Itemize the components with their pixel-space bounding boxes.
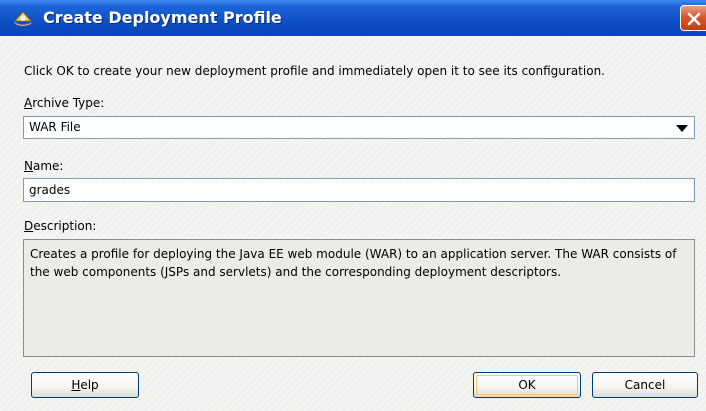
close-button[interactable] [680, 5, 706, 31]
archive-type-select[interactable]: WAR File [23, 116, 695, 139]
name-input[interactable] [23, 178, 695, 202]
dropdown-arrow-icon[interactable] [676, 125, 688, 132]
archive-type-label-mnemonic: A [24, 96, 33, 110]
archive-type-label-text: rchive Type: [32, 96, 105, 110]
help-button[interactable]: Help [31, 372, 139, 398]
name-label-text: ame: [32, 159, 64, 173]
archive-type-value: WAR File [29, 120, 81, 134]
cancel-button[interactable]: Cancel [592, 372, 698, 398]
description-label-text: escription: [33, 219, 97, 233]
intro-text: Click OK to create your new deployment p… [24, 64, 605, 78]
description-label: Description: [24, 219, 96, 233]
dialog-title: Create Deployment Profile [43, 8, 282, 27]
description-label-mnemonic: D [24, 219, 34, 233]
archive-type-label: Archive Type: [24, 96, 104, 110]
description-text: Creates a profile for deploying the Java… [23, 239, 695, 357]
create-deployment-profile-dialog: Create Deployment Profile Click OK to cr… [0, 0, 706, 411]
title-bar[interactable]: Create Deployment Profile [0, 0, 706, 36]
deployment-icon [12, 8, 34, 28]
ok-button[interactable]: OK [473, 372, 581, 398]
name-label: Name: [24, 159, 63, 173]
help-mnemonic: H [71, 378, 81, 392]
close-icon [687, 12, 701, 26]
help-label: elp [80, 378, 99, 392]
name-label-mnemonic: N [24, 159, 33, 173]
